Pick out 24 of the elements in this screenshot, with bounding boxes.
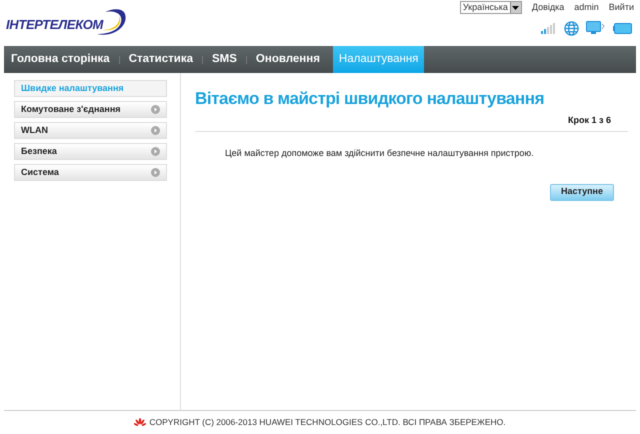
next-button[interactable]: Наступне (550, 184, 614, 200)
nav-tab[interactable]: Статистика (122, 46, 200, 73)
dropdown-caret-icon (510, 2, 521, 14)
copyright-text: COPYRIGHT (C) 2006-2013 HUAWEI TECHNOLOGIES CO.,LTD. ВСІ ПРАВА ЗБЕРЕЖЕНО. (149, 416, 506, 429)
language-select[interactable]: Українська (460, 1, 522, 14)
header-link[interactable]: Вийти (608, 1, 634, 14)
flower-logo-icon (134, 418, 146, 427)
page-title: Вітаємо в майстрі швидкого налаштування (195, 88, 546, 110)
nav-tab[interactable]: Оновлення (248, 46, 327, 73)
battery-icon (613, 22, 632, 34)
globe-icon (564, 20, 579, 36)
wizard-message: Цей майстер допоможе вам здійснити безпечне налаштування пристрою. (224, 147, 535, 160)
signal-strength-icon (541, 22, 557, 34)
sidebar-item[interactable]: WLAN (14, 122, 167, 139)
step-indicator: Крок 1 з 6 (568, 114, 611, 127)
sidebar-item[interactable]: Безпека (14, 143, 167, 160)
sidebar-item[interactable]: Комутоване з'єднання (14, 101, 167, 118)
nav-tab[interactable]: SMS (205, 46, 244, 73)
header-link[interactable]: Довідка (532, 1, 564, 14)
sidebar-item[interactable]: Система (14, 164, 167, 181)
nav-tab[interactable]: Головна сторінка (4, 46, 117, 73)
header-link[interactable]: admin (574, 1, 599, 14)
monitor-icon (586, 21, 606, 35)
logo-text: ІНТЕРТЕЛЕКОМ (6, 16, 104, 34)
